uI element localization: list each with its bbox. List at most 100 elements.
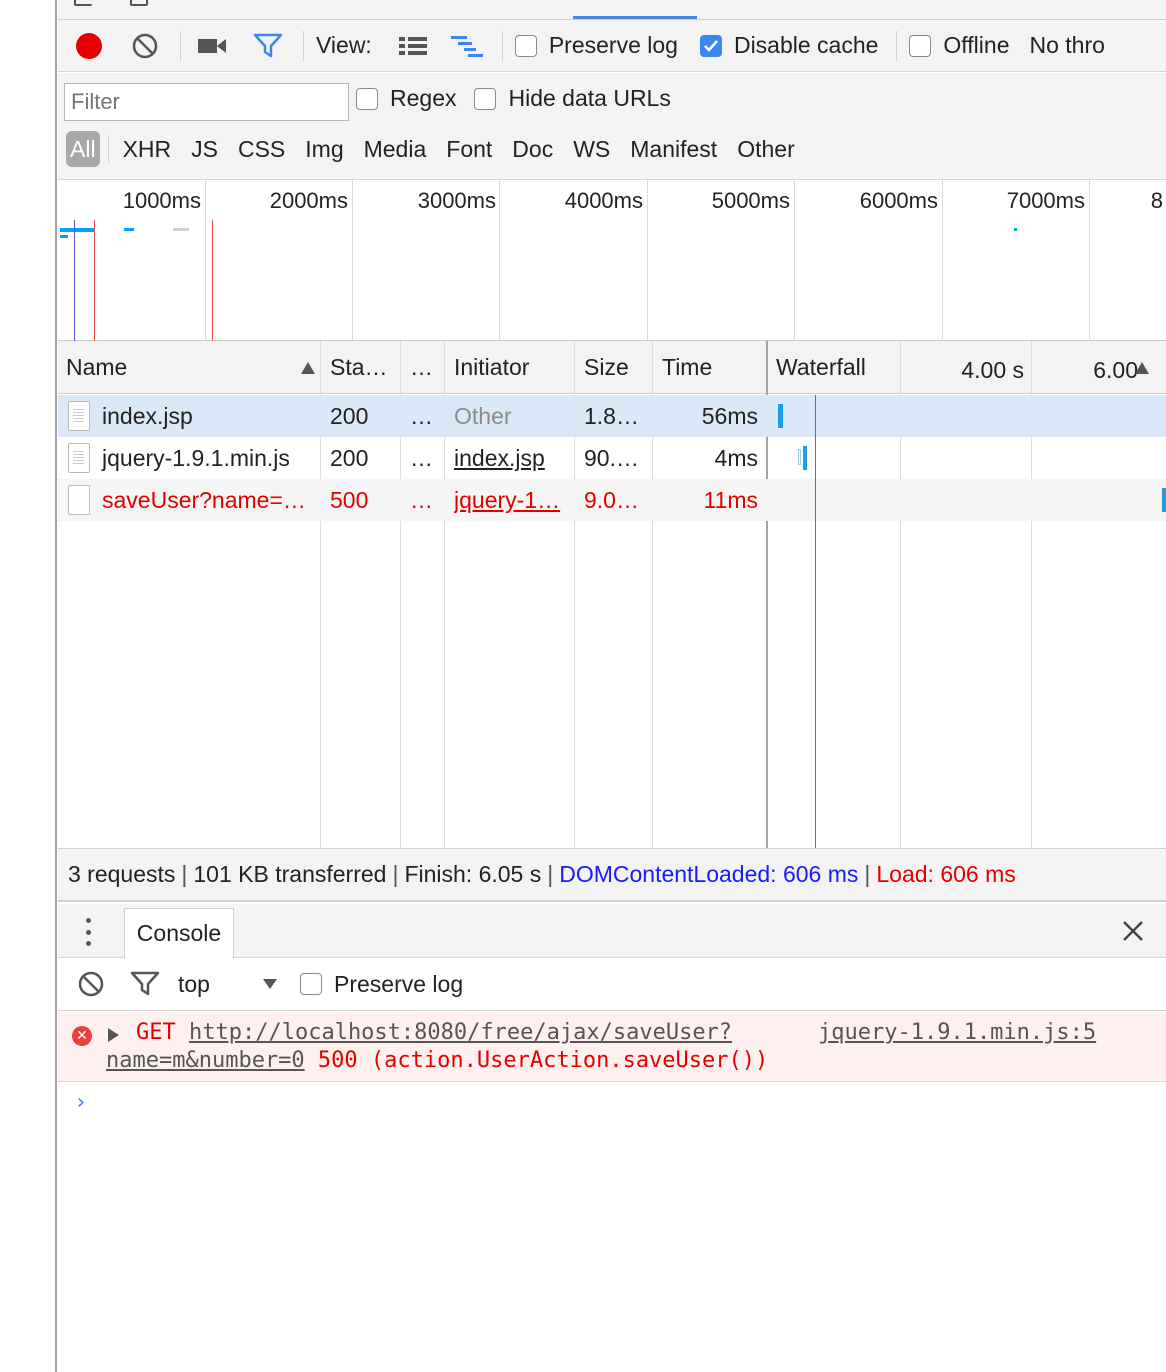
regex-toggle[interactable]: Regex: [356, 85, 456, 112]
waterfall-bar: [1162, 488, 1166, 512]
clear-console-button[interactable]: [74, 967, 108, 1001]
preserve-log-toggle[interactable]: Preserve log: [514, 20, 678, 71]
request-time: 56ms: [701, 402, 758, 429]
column-header-size[interactable]: Size: [584, 341, 648, 394]
overview-tick-label: 1000ms: [122, 188, 201, 213]
type-filter-manifest[interactable]: Manifest: [620, 131, 727, 167]
overview-button[interactable]: [450, 29, 484, 63]
summary-dom-content-loaded: DOMContentLoaded: 606 ms: [559, 861, 859, 887]
capture-screenshots-button[interactable]: [195, 29, 229, 63]
column-header-name[interactable]: Name: [66, 341, 316, 394]
table-row[interactable]: index.jsp 200 … Other 1.8… 56ms: [58, 395, 1166, 437]
type-filter-xhr[interactable]: XHR: [113, 131, 182, 167]
console-preserve-log-toggle[interactable]: Preserve log: [300, 971, 463, 998]
console-preserve-log-checkbox[interactable]: [300, 973, 322, 995]
inspect-icon[interactable]: [74, 0, 92, 6]
hide-data-urls-checkbox[interactable]: [474, 87, 497, 110]
summary-load: Load: 606 ms: [876, 861, 1016, 887]
request-type: …: [410, 402, 433, 429]
preserve-log-checkbox[interactable]: [514, 34, 537, 57]
clear-button[interactable]: [128, 29, 162, 63]
console-method: GET: [136, 1020, 176, 1045]
overview-request-bar: [124, 228, 134, 231]
requests-table: Name Sta… … Initiator Size Time Waterfal…: [58, 341, 1166, 849]
regex-label: Regex: [390, 85, 457, 111]
network-summary-bar: 3 requests | 101 KB transferred | Finish…: [58, 849, 1166, 902]
timeline-overview[interactable]: 1000ms 2000ms 3000ms 4000ms 5000ms 6000m…: [58, 180, 1166, 341]
video-camera-icon: [198, 38, 226, 53]
waterfall-overview-icon: [450, 35, 483, 57]
request-initiator-link[interactable]: jquery-1…: [454, 479, 570, 521]
console-url-link[interactable]: name=m&number=0: [106, 1048, 305, 1073]
column-header-name-label: Name: [66, 354, 128, 380]
type-filter-font[interactable]: Font: [436, 131, 502, 167]
column-header-status[interactable]: Sta…: [330, 341, 396, 394]
column-header-waterfall[interactable]: Waterfall: [776, 341, 896, 394]
type-filter-all[interactable]: All: [66, 131, 100, 167]
summary-separator: |: [547, 861, 554, 887]
drawer-menu-icon[interactable]: [84, 918, 92, 946]
overview-tick-label: 8: [1150, 188, 1163, 213]
console-url-link[interactable]: http://localhost:8080/free/ajax/saveUser…: [189, 1020, 732, 1045]
request-size: 90.…: [584, 444, 639, 471]
column-header-type[interactable]: …: [410, 341, 440, 394]
record-button[interactable]: [72, 29, 106, 63]
filter-toggle-button[interactable]: [251, 29, 285, 63]
summary-separator: |: [864, 861, 871, 887]
console-filter-button[interactable]: [128, 967, 162, 1001]
overview-request-bar: [60, 235, 68, 238]
close-drawer-icon[interactable]: [1118, 916, 1148, 946]
console-prompt[interactable]: ›: [74, 1090, 87, 1115]
type-filter-doc[interactable]: Doc: [502, 131, 563, 167]
request-size: 9.0…: [584, 486, 639, 513]
tab-console-label: Console: [136, 920, 222, 946]
disable-cache-checkbox[interactable]: [699, 34, 722, 57]
expand-arrow-icon[interactable]: [108, 1028, 119, 1042]
clear-icon: [78, 971, 104, 997]
type-filter-other[interactable]: Other: [727, 131, 805, 167]
column-header-initiator[interactable]: Initiator: [454, 341, 570, 394]
type-filter-img[interactable]: Img: [295, 131, 353, 167]
disable-cache-toggle[interactable]: Disable cache: [699, 20, 878, 71]
waterfall-bar: [798, 449, 801, 465]
filter-icon: [130, 971, 160, 996]
overview-tick-label: 7000ms: [1006, 188, 1085, 213]
type-filter-media[interactable]: Media: [354, 131, 437, 167]
device-toolbar-icon[interactable]: [130, 0, 148, 6]
type-filter-js[interactable]: JS: [181, 131, 228, 167]
tab-console[interactable]: Console: [124, 908, 234, 958]
context-selector[interactable]: top: [178, 971, 278, 998]
load-marker: [212, 220, 213, 341]
large-rows-button[interactable]: [396, 29, 430, 63]
record-icon: [76, 32, 102, 59]
summary-transferred: 101 KB transferred: [193, 861, 387, 887]
overview-tick-label: 3000ms: [417, 188, 496, 213]
offline-toggle[interactable]: Offline: [909, 20, 1009, 71]
document-icon: [68, 485, 90, 515]
console-toolbar: top Preserve log: [58, 958, 1166, 1011]
waterfall-dom-loaded-line: [815, 395, 816, 848]
console-error-message[interactable]: ✕ GET http://localhost:8080/free/ajax/sa…: [58, 1012, 1166, 1082]
request-name: index.jsp: [102, 402, 193, 429]
summary-separator: |: [181, 861, 188, 887]
type-filter-css[interactable]: CSS: [228, 131, 295, 167]
regex-checkbox[interactable]: [356, 87, 378, 110]
hide-data-urls-label: Hide data URLs: [508, 85, 671, 111]
request-initiator-link[interactable]: index.jsp: [454, 437, 570, 479]
table-row[interactable]: jquery-1.9.1.min.js 200 … index.jsp 90.……: [58, 437, 1166, 479]
throttling-select[interactable]: No thro: [1029, 20, 1104, 71]
table-row[interactable]: saveUser?name=… 500 … jquery-1… 9.0… 11m…: [58, 479, 1166, 521]
offline-checkbox[interactable]: [909, 34, 932, 57]
view-label: View:: [316, 32, 372, 58]
request-size: 1.8…: [584, 402, 639, 429]
overview-request-bar: [1014, 228, 1017, 231]
filter-icon: [253, 33, 283, 57]
filter-input[interactable]: [64, 83, 349, 121]
request-status: 500: [330, 486, 369, 513]
overview-tick-label: 6000ms: [859, 188, 938, 213]
hide-data-urls-toggle[interactable]: Hide data URLs: [474, 85, 671, 112]
column-header-time[interactable]: Time: [662, 341, 762, 394]
console-error-detail: 500 (action.UserAction.saveUser()): [304, 1048, 769, 1073]
type-filter-ws[interactable]: WS: [563, 131, 620, 167]
console-source-link[interactable]: jquery-1.9.1.min.js:5: [818, 1020, 1096, 1045]
